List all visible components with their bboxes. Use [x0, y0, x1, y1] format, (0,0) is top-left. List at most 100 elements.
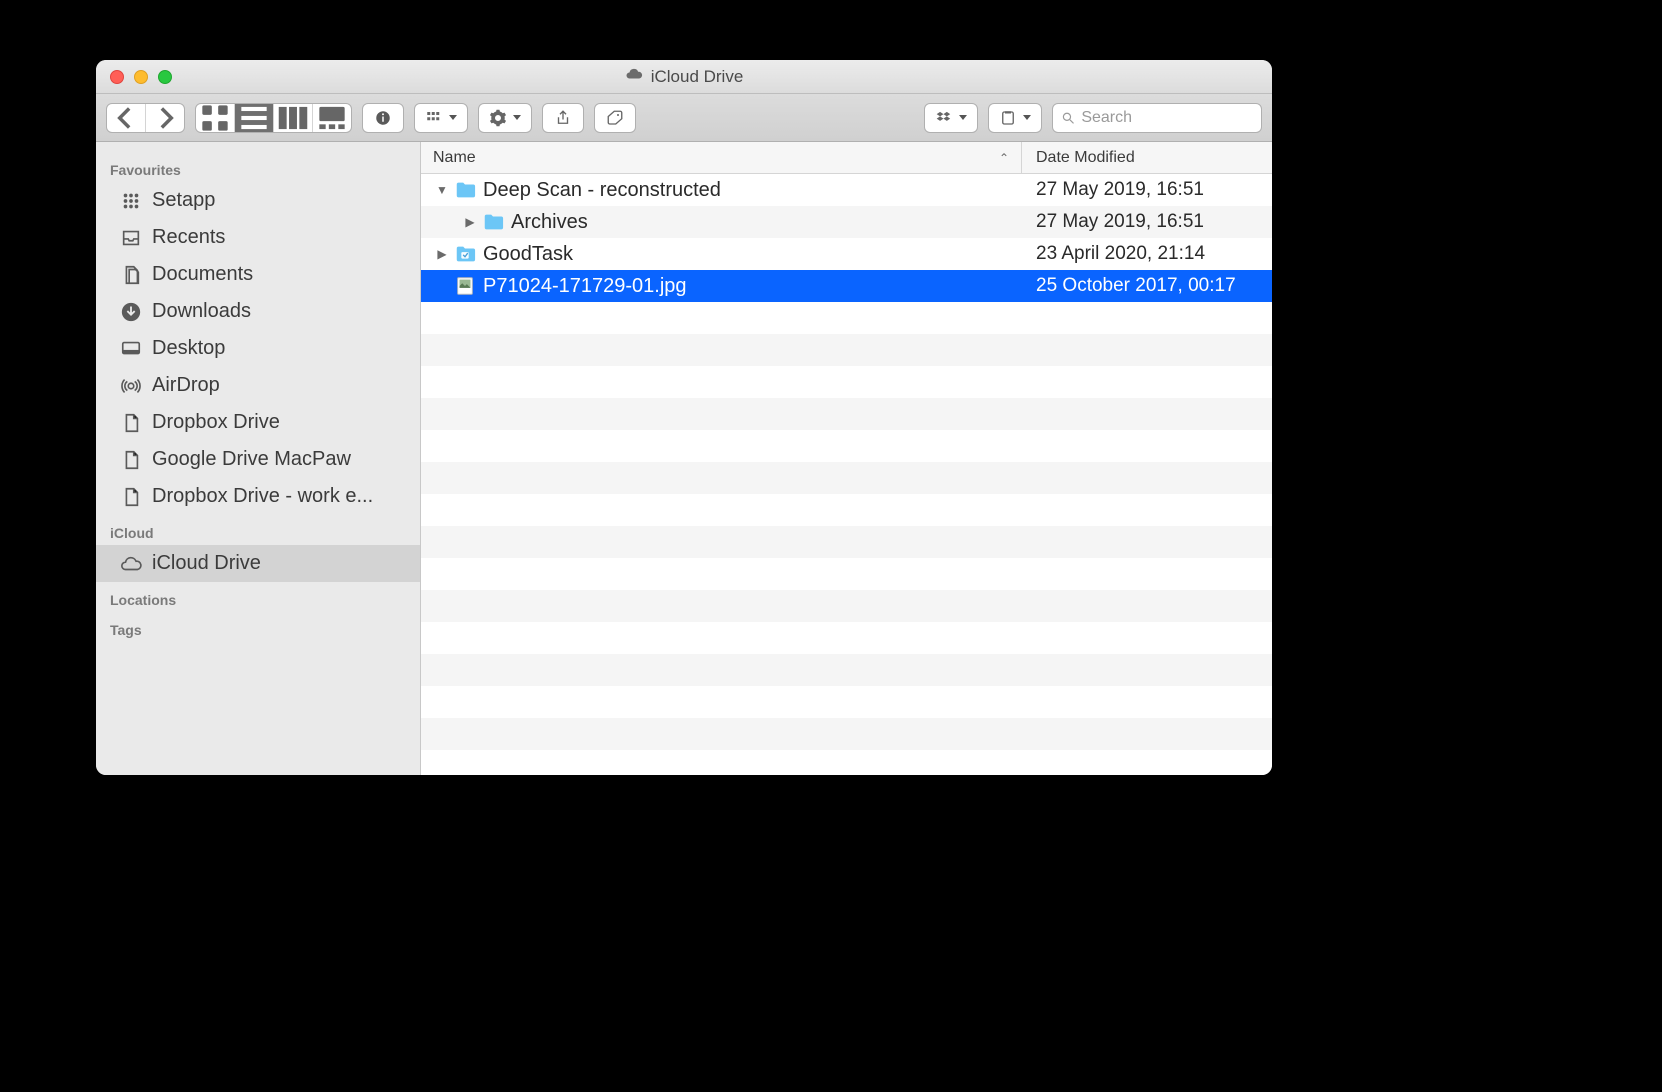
empty-row [421, 718, 1272, 750]
back-button[interactable] [107, 104, 146, 132]
file-name: Archives [511, 211, 1022, 234]
date-column-header[interactable]: Date Modified [1022, 142, 1272, 173]
empty-row [421, 654, 1272, 686]
sidebar-section-label[interactable]: Tags [96, 612, 420, 642]
sidebar-item-documents[interactable]: Documents [96, 256, 420, 293]
search-field[interactable] [1052, 103, 1262, 133]
empty-row [421, 398, 1272, 430]
empty-row [421, 302, 1272, 334]
close-button[interactable] [110, 70, 124, 84]
name-column-label: Name [433, 149, 476, 167]
image-icon [453, 274, 477, 298]
chevron-down-icon [449, 115, 457, 120]
file-date: 27 May 2019, 16:51 [1022, 179, 1272, 201]
disclosure-triangle-icon[interactable]: ▶ [461, 215, 479, 229]
sidebar-item-recents[interactable]: Recents [96, 219, 420, 256]
file-list: Name ⌃ Date Modified ▼ Deep Scan - recon… [421, 142, 1272, 775]
file-row[interactable]: ▶ GoodTask 23 April 2020, 21:14 [421, 238, 1272, 270]
file-date: 25 October 2017, 00:17 [1022, 275, 1272, 297]
dropbox-button[interactable] [924, 103, 978, 133]
empty-row [421, 334, 1272, 366]
file-row[interactable]: ▼ Deep Scan - reconstructed 27 May 2019,… [421, 174, 1272, 206]
titlebar: iCloud Drive [96, 60, 1272, 94]
zoom-button[interactable] [158, 70, 172, 84]
sidebar-item-dropbox-drive[interactable]: Dropbox Drive [96, 404, 420, 441]
disclosure-triangle-icon[interactable]: ▼ [433, 183, 451, 197]
file-icon [120, 486, 142, 508]
grid-icon [120, 190, 142, 212]
sidebar-item-label: Google Drive MacPaw [152, 448, 351, 471]
tags-button[interactable] [594, 103, 636, 133]
gallery-view-button[interactable] [313, 104, 351, 132]
empty-row [421, 686, 1272, 718]
chevron-down-icon [513, 115, 521, 120]
disclosure-triangle-icon[interactable]: ▶ [433, 247, 451, 261]
nav-buttons [106, 103, 185, 133]
file-icon [120, 449, 142, 471]
empty-row [421, 430, 1272, 462]
search-icon [1061, 110, 1075, 126]
share-button[interactable] [542, 103, 584, 133]
sidebar-item-label: AirDrop [152, 374, 220, 397]
sidebar-item-setapp[interactable]: Setapp [96, 182, 420, 219]
sidebar-item-label: Desktop [152, 337, 225, 360]
sidebar-item-label: Setapp [152, 189, 215, 212]
icon-view-button[interactable] [196, 104, 235, 132]
empty-row [421, 526, 1272, 558]
action-button[interactable] [478, 103, 532, 133]
list-view-button[interactable] [235, 104, 274, 132]
column-view-button[interactable] [274, 104, 313, 132]
file-name: P71024-171729-01.jpg [483, 275, 1022, 298]
file-icon [120, 412, 142, 434]
sidebar-item-desktop[interactable]: Desktop [96, 330, 420, 367]
file-row[interactable]: ▶ Archives 27 May 2019, 16:51 [421, 206, 1272, 238]
folder-icon [481, 210, 505, 234]
folder-app-icon [453, 242, 477, 266]
file-name: Deep Scan - reconstructed [483, 179, 1022, 202]
sidebar-item-label: Downloads [152, 300, 251, 323]
forward-button[interactable] [146, 104, 184, 132]
finder-window: iCloud Drive [96, 60, 1272, 775]
empty-row [421, 590, 1272, 622]
airdrop-icon [120, 375, 142, 397]
file-date: 23 April 2020, 21:14 [1022, 243, 1272, 265]
cloud-icon [625, 65, 643, 88]
empty-row [421, 494, 1272, 526]
folder-icon [453, 178, 477, 202]
file-rows: ▼ Deep Scan - reconstructed 27 May 2019,… [421, 174, 1272, 775]
file-name: GoodTask [483, 243, 1022, 266]
documents-icon [120, 264, 142, 286]
toolbar [96, 94, 1272, 142]
cloud-icon [120, 553, 142, 575]
empty-row [421, 366, 1272, 398]
empty-row [421, 750, 1272, 775]
file-row[interactable]: P71024-171729-01.jpg 25 October 2017, 00… [421, 270, 1272, 302]
window-title: iCloud Drive [96, 60, 1272, 93]
download-icon [120, 301, 142, 323]
search-input[interactable] [1081, 109, 1253, 127]
info-button[interactable] [362, 103, 404, 133]
sidebar-section-label[interactable]: iCloud [96, 515, 420, 545]
group-by-button[interactable] [414, 103, 468, 133]
column-header: Name ⌃ Date Modified [421, 142, 1272, 174]
chevron-down-icon [959, 115, 967, 120]
date-column-label: Date Modified [1036, 149, 1135, 167]
sidebar-item-icloud-drive[interactable]: iCloud Drive [96, 545, 420, 582]
sidebar-item-label: Dropbox Drive - work e... [152, 485, 373, 508]
empty-row [421, 622, 1272, 654]
sidebar-section-label[interactable]: Locations [96, 582, 420, 612]
sidebar-item-downloads[interactable]: Downloads [96, 293, 420, 330]
desktop-icon [120, 338, 142, 360]
sidebar-item-gdrive-macpaw[interactable]: Google Drive MacPaw [96, 441, 420, 478]
app-button[interactable] [988, 103, 1042, 133]
minimize-button[interactable] [134, 70, 148, 84]
name-column-header[interactable]: Name ⌃ [421, 142, 1022, 173]
sidebar-item-dropbox-work[interactable]: Dropbox Drive - work e... [96, 478, 420, 515]
view-mode-buttons [195, 103, 352, 133]
window-controls [110, 70, 172, 84]
sidebar-item-label: iCloud Drive [152, 552, 261, 575]
tray-icon [120, 227, 142, 249]
sidebar-section-label[interactable]: Favourites [96, 152, 420, 182]
sort-ascending-icon: ⌃ [999, 151, 1009, 165]
sidebar-item-airdrop[interactable]: AirDrop [96, 367, 420, 404]
